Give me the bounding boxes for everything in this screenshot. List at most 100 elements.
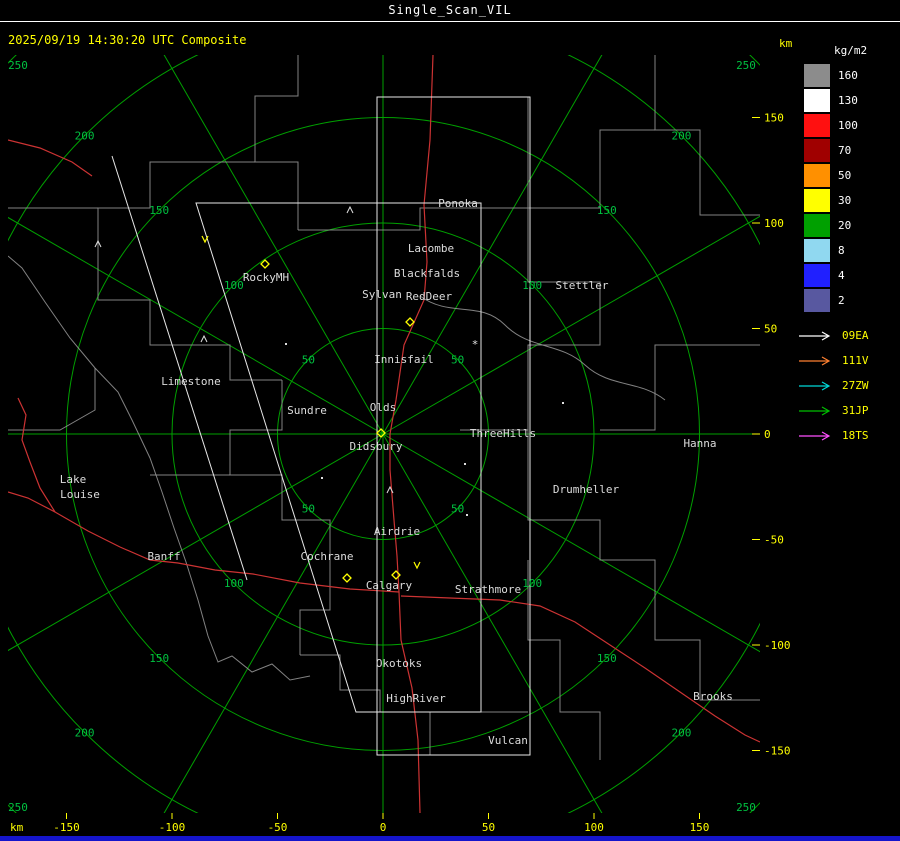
color-swatch bbox=[804, 89, 830, 112]
town-marker bbox=[464, 463, 466, 465]
legend-value: 100 bbox=[838, 119, 858, 132]
legend-level-row: 4 bbox=[792, 263, 898, 288]
highway-line bbox=[17, 397, 56, 513]
station-id: 18TS bbox=[842, 429, 869, 442]
bottom-bar bbox=[0, 836, 900, 841]
county-boundary bbox=[254, 55, 299, 230]
station-id: 27ZW bbox=[842, 379, 869, 392]
county-boundary bbox=[94, 367, 311, 681]
color-swatch bbox=[804, 164, 830, 187]
color-swatch bbox=[804, 214, 830, 237]
town-marker: * bbox=[472, 338, 479, 351]
legend-value: 8 bbox=[838, 244, 845, 257]
town-marker bbox=[285, 343, 287, 345]
station-id: 09EA bbox=[842, 329, 869, 342]
range-label: 50 bbox=[302, 503, 315, 516]
range-label: 150 bbox=[149, 204, 169, 217]
legend-level-row: 2 bbox=[792, 288, 898, 313]
city-label: Drumheller bbox=[553, 483, 620, 496]
city-label: Limestone bbox=[161, 375, 221, 388]
storm-arrow-marker bbox=[413, 561, 421, 570]
city-label: Calgary bbox=[366, 579, 413, 592]
city-label: ThreeHills bbox=[470, 427, 536, 440]
legend-value: 20 bbox=[838, 219, 852, 232]
legend-panel: kg/m2 160 130 100 70 50 30 20 8 4 2 09EA 111V 27ZW 3… bbox=[792, 44, 898, 448]
axis-label: 150 bbox=[690, 821, 710, 834]
city-label: Sylvan bbox=[362, 288, 402, 301]
legend-station-row: 18TS bbox=[792, 423, 898, 448]
range-label: 150 bbox=[149, 652, 169, 665]
station-arrow-icon bbox=[799, 380, 831, 391]
legend-level-row: 8 bbox=[792, 238, 898, 263]
legend-station-row: 111V bbox=[792, 348, 898, 373]
range-label: 200 bbox=[75, 130, 95, 143]
storm-arrow-marker bbox=[201, 235, 209, 244]
range-label: 50 bbox=[302, 353, 315, 366]
county-boundary bbox=[527, 97, 601, 430]
highway-line bbox=[8, 139, 93, 177]
color-swatch bbox=[804, 264, 830, 287]
legend-level-row: 50 bbox=[792, 163, 898, 188]
county-boundary bbox=[300, 654, 470, 756]
town-marker bbox=[466, 514, 468, 516]
legend-level-row: 30 bbox=[792, 188, 898, 213]
county-boundary bbox=[600, 344, 760, 431]
axis-label: 100 bbox=[764, 217, 784, 230]
county-boundary bbox=[8, 368, 96, 431]
legend-value: 160 bbox=[838, 69, 858, 82]
station-arrow-icon bbox=[799, 430, 831, 441]
range-label: 100 bbox=[224, 577, 244, 590]
station-arrow-icon bbox=[799, 330, 831, 341]
town-marker bbox=[562, 402, 564, 404]
range-label: 250 bbox=[8, 801, 28, 814]
city-label: Innisfail bbox=[374, 353, 434, 366]
legend-value: 70 bbox=[838, 144, 852, 157]
city-label: Lake bbox=[60, 473, 87, 486]
legend-value: 4 bbox=[838, 269, 845, 282]
range-label: 250 bbox=[8, 59, 28, 72]
y-axis-unit: km bbox=[779, 37, 793, 50]
legend-value: 50 bbox=[838, 169, 852, 182]
legend-station-row: 27ZW bbox=[792, 373, 898, 398]
city-label: Olds bbox=[370, 401, 397, 414]
station-legend: 09EA 111V 27ZW 31JP 18TS bbox=[792, 323, 898, 448]
axis-label: -50 bbox=[764, 534, 784, 547]
range-label: 200 bbox=[671, 726, 691, 739]
station-id: 31JP bbox=[842, 404, 869, 417]
scan-sector-outline bbox=[111, 155, 248, 581]
color-scale: 160 130 100 70 50 30 20 8 4 2 bbox=[792, 63, 898, 313]
color-swatch bbox=[804, 189, 830, 212]
city-label: Airdrie bbox=[374, 525, 420, 538]
range-label: 50 bbox=[451, 353, 464, 366]
azimuth-spoke bbox=[382, 433, 760, 653]
axis-label: -150 bbox=[764, 745, 791, 758]
axis-label: 50 bbox=[482, 821, 495, 834]
city-label: Hanna bbox=[683, 437, 716, 450]
range-label: 100 bbox=[522, 279, 542, 292]
county-boundary bbox=[419, 295, 666, 401]
legend-unit: kg/m2 bbox=[834, 44, 868, 57]
legend-station-row: 31JP bbox=[792, 398, 898, 423]
axis-label: -50 bbox=[268, 821, 288, 834]
color-swatch bbox=[804, 139, 830, 162]
axis-label: 0 bbox=[380, 821, 387, 834]
legend-value: 30 bbox=[838, 194, 852, 207]
legend-level-row: 70 bbox=[792, 138, 898, 163]
axis-label: 50 bbox=[764, 323, 777, 336]
legend-value: 130 bbox=[838, 94, 858, 107]
axis-label: -150 bbox=[53, 821, 80, 834]
city-label: RockyMH bbox=[243, 271, 289, 284]
range-label: 150 bbox=[597, 204, 617, 217]
color-swatch bbox=[804, 239, 830, 262]
azimuth-spoke bbox=[8, 216, 384, 435]
range-label: 250 bbox=[736, 801, 756, 814]
axis-label: -100 bbox=[159, 821, 186, 834]
city-label: Stettler bbox=[556, 279, 609, 292]
town-marker bbox=[200, 334, 208, 343]
city-label: Lacombe bbox=[408, 242, 454, 255]
azimuth-spoke bbox=[163, 433, 384, 813]
radar-site-marker bbox=[342, 573, 352, 583]
legend-value: 2 bbox=[838, 294, 845, 307]
legend-station-row: 09EA bbox=[792, 323, 898, 348]
city-label: HighRiver bbox=[386, 692, 446, 705]
